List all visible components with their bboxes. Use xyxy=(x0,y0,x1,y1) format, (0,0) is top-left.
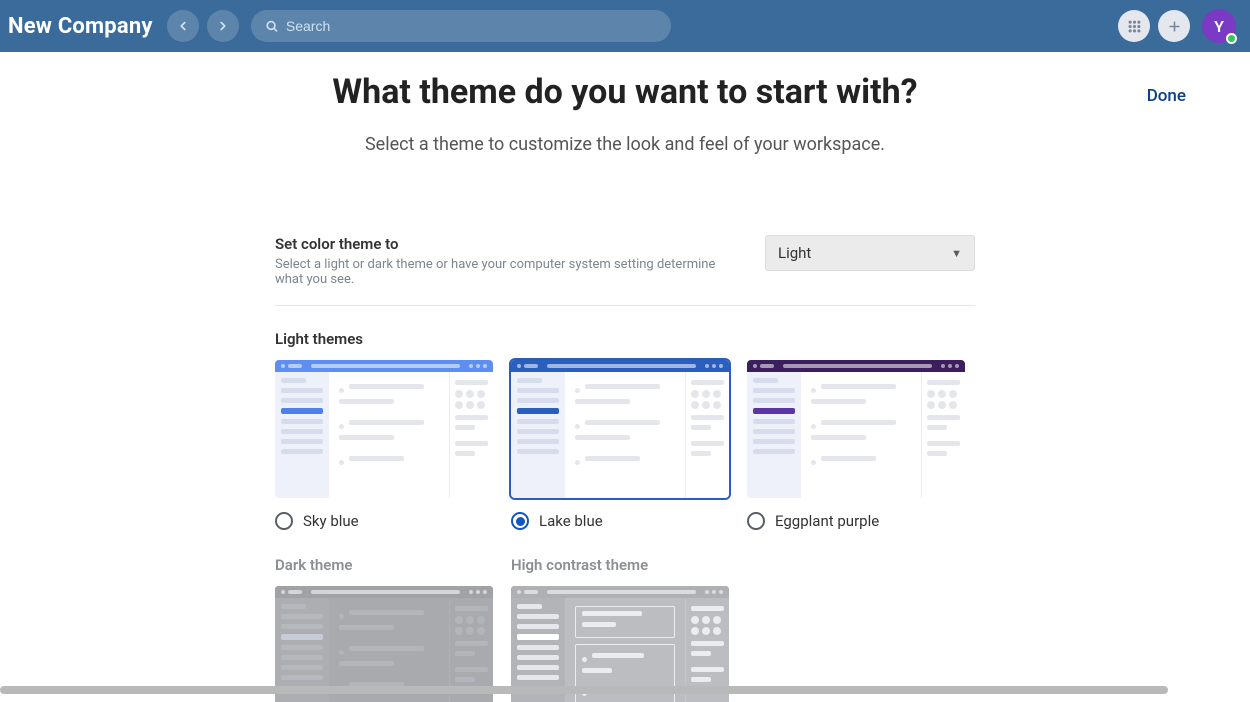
nav-forward-button[interactable] xyxy=(207,10,239,42)
color-theme-select[interactable]: Light ▼ xyxy=(765,235,975,271)
search-field[interactable] xyxy=(251,10,671,42)
nav-back-button[interactable] xyxy=(167,10,199,42)
theme-radio-sky-blue[interactable]: Sky blue xyxy=(275,512,493,530)
search-icon xyxy=(265,19,278,33)
page-title: What theme do you want to start with? xyxy=(0,72,1250,112)
theme-preview-lake-blue[interactable] xyxy=(511,360,729,498)
color-theme-description: Select a light or dark theme or have you… xyxy=(275,257,735,287)
horizontal-scrollbar[interactable] xyxy=(0,686,1168,694)
color-theme-label: Set color theme to xyxy=(275,235,735,253)
theme-preview-eggplant-purple[interactable] xyxy=(747,360,965,498)
color-theme-selected-value: Light xyxy=(778,244,811,262)
avatar[interactable]: Y xyxy=(1202,9,1236,43)
company-name: New Company xyxy=(8,14,153,39)
theme-radio-lake-blue[interactable]: Lake blue xyxy=(511,512,729,530)
theme-radio-label: Sky blue xyxy=(303,512,359,530)
dark-theme-section: Dark theme xyxy=(275,556,493,702)
chevron-left-icon xyxy=(176,19,190,33)
theme-radio-label: Eggplant purple xyxy=(775,512,879,530)
preview-titlebar-icon xyxy=(275,586,493,598)
theme-option-sky-blue[interactable]: Sky blue xyxy=(275,360,493,530)
radio-icon xyxy=(511,512,529,530)
theme-option-eggplant-purple[interactable]: Eggplant purple xyxy=(747,360,965,530)
high-contrast-theme-section: High contrast theme xyxy=(511,556,729,702)
app-launcher-button[interactable] xyxy=(1118,10,1150,42)
preview-titlebar-icon xyxy=(747,360,965,372)
secondary-theme-sections: Dark theme Hig xyxy=(275,556,975,702)
done-button[interactable]: Done xyxy=(1147,86,1186,106)
grid-icon xyxy=(1127,19,1142,34)
plus-icon xyxy=(1167,19,1182,34)
preview-titlebar-icon xyxy=(275,360,493,372)
avatar-initial: Y xyxy=(1214,17,1224,36)
chevron-right-icon xyxy=(216,19,230,33)
radio-icon xyxy=(747,512,765,530)
theme-preview-dark[interactable] xyxy=(275,586,493,702)
preview-titlebar-icon xyxy=(511,360,729,372)
light-themes-label: Light themes xyxy=(275,330,975,348)
color-theme-row: Set color theme to Select a light or dar… xyxy=(275,235,975,287)
high-contrast-theme-label: High contrast theme xyxy=(511,556,729,574)
theme-preview-sky-blue[interactable] xyxy=(275,360,493,498)
theme-radio-eggplant-purple[interactable]: Eggplant purple xyxy=(747,512,965,530)
page-subtitle: Select a theme to customize the look and… xyxy=(0,134,1250,155)
dark-theme-label: Dark theme xyxy=(275,556,493,574)
theme-settings: Set color theme to Select a light or dar… xyxy=(275,235,975,702)
topbar: New Company Y xyxy=(0,0,1250,52)
theme-radio-label: Lake blue xyxy=(539,512,603,530)
radio-icon xyxy=(275,512,293,530)
main-content: Done What theme do you want to start wit… xyxy=(0,52,1250,694)
theme-option-lake-blue[interactable]: Lake blue xyxy=(511,360,729,530)
divider xyxy=(275,305,975,306)
caret-down-icon: ▼ xyxy=(951,247,962,260)
light-themes-row: Sky blue xyxy=(275,360,975,530)
theme-preview-high-contrast[interactable] xyxy=(511,586,729,702)
presence-indicator-icon xyxy=(1226,33,1237,44)
preview-titlebar-icon xyxy=(511,586,729,598)
create-button[interactable] xyxy=(1158,10,1190,42)
search-input[interactable] xyxy=(286,18,657,34)
